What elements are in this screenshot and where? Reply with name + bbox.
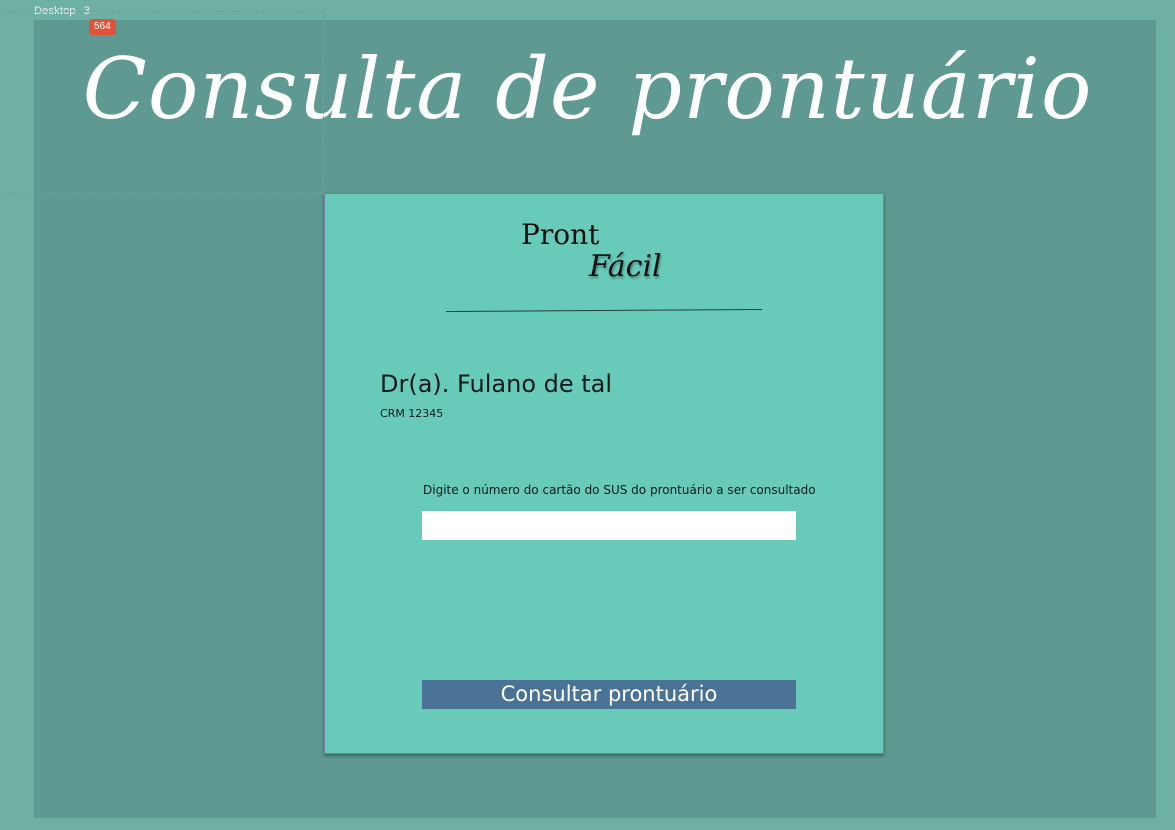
page-title: Consulta de prontuário [82,40,1093,138]
selection-badge: 564 [89,19,116,35]
frame-label-text: Desktop [34,5,76,17]
consult-card: Pront Fácil Dr(a). Fulano de tal CRM 123… [324,193,884,754]
doctor-crm: CRM 12345 [380,407,444,420]
consult-record-button[interactable]: Consultar prontuário [422,680,796,709]
frame-number: 3 [83,5,91,17]
sus-card-input[interactable] [422,511,796,540]
frame-label[interactable]: Desktop 3 [34,5,90,17]
logo-text-facil: Fácil [589,249,662,284]
sus-input-label: Digite o número do cartão do SUS do pron… [423,483,816,497]
logo-text-pront: Pront [521,218,600,251]
logo-divider [445,309,763,312]
doctor-name: Dr(a). Fulano de tal [380,370,613,398]
